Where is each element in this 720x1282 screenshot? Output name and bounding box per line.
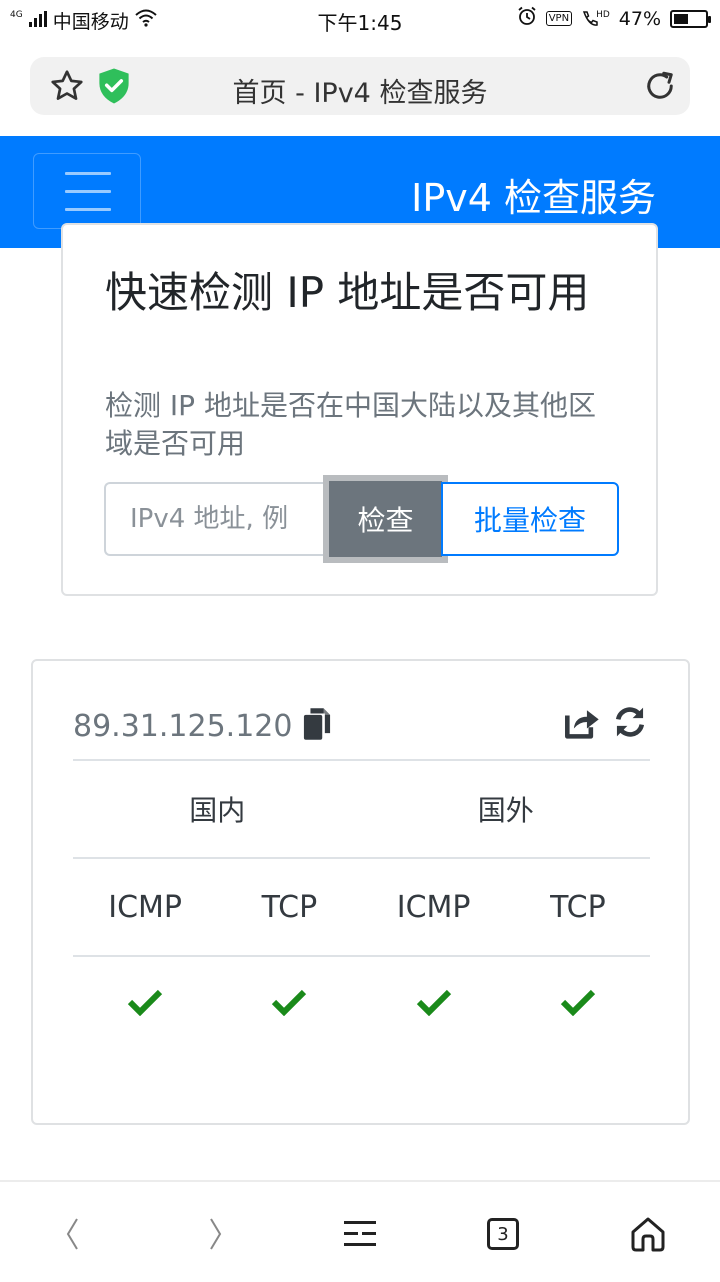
region-overseas: 国外 [477, 794, 534, 827]
protocol-label: ICMP [396, 889, 471, 925]
quick-check-card: 快速检测 IP 地址是否可用 检测 IP 地址是否在中国大陆以及其他区域是否可用… [61, 223, 658, 596]
chevron-right-icon [210, 1218, 222, 1250]
menu-button[interactable] [330, 1212, 390, 1256]
forward-button[interactable] [186, 1212, 246, 1256]
status-bar: 4G 中国移动 下午1:45 VPN HD 47% [0, 0, 720, 38]
hd-label: HD [596, 9, 610, 20]
hamburger-icon [65, 172, 111, 175]
protocol-header-row: ICMP TCP ICMP TCP [73, 859, 650, 955]
protocol-label: TCP [550, 889, 606, 925]
home-icon [631, 1217, 665, 1252]
status-row [73, 957, 650, 1047]
protocol-label: TCP [261, 889, 318, 925]
battery-level [674, 13, 688, 24]
site-brand[interactable]: IPv4 检查服务 [411, 167, 656, 222]
home-button[interactable] [618, 1212, 678, 1256]
tabs-button[interactable]: 3 [473, 1212, 533, 1256]
browser-bottom-bar: 3 [0, 1180, 720, 1282]
status-cell [362, 957, 506, 1047]
refresh-icon[interactable] [612, 705, 648, 743]
battery-icon [670, 9, 711, 28]
result-card: 89.31.125.120 国内 国外 ICMP TCP ICMP TCP [31, 659, 690, 1125]
batch-check-button[interactable]: 批量检查 [441, 482, 619, 556]
alarm-icon [517, 6, 537, 31]
check-button[interactable]: 检查 [323, 475, 448, 563]
region-domestic: 国内 [189, 794, 246, 827]
status-cell [506, 957, 650, 1047]
protocol-label: ICMP [108, 889, 183, 925]
menu-toggle-button[interactable] [33, 153, 141, 229]
vpn-badge: VPN [545, 11, 573, 26]
page-title[interactable]: 首页 - IPv4 检查服务 [30, 71, 690, 110]
tab-count: 3 [487, 1218, 519, 1250]
check-icon [128, 989, 163, 1016]
menu-icon [344, 1221, 376, 1246]
back-button[interactable] [42, 1212, 102, 1256]
check-icon [272, 989, 307, 1016]
ip-input[interactable] [104, 482, 326, 556]
card-subtitle: 检测 IP 地址是否在中国大陆以及其他区域是否可用 [105, 389, 596, 460]
check-icon [560, 989, 595, 1016]
chevron-left-icon [66, 1218, 78, 1250]
status-cell [217, 957, 361, 1047]
region-header-row: 国内 国外 [73, 761, 650, 857]
result-ip: 89.31.125.120 [73, 708, 293, 744]
status-cell [73, 957, 217, 1047]
reload-icon[interactable] [642, 68, 678, 108]
check-icon [416, 989, 451, 1016]
hd-call-icon: HD [581, 10, 610, 28]
battery-percent: 47% [618, 7, 661, 30]
card-title: 快速检测 IP 地址是否可用 [105, 268, 590, 317]
address-bar[interactable]: 首页 - IPv4 检查服务 [30, 57, 690, 115]
copy-icon[interactable] [302, 707, 332, 745]
ip-input-group: 检查 批量检查 [104, 475, 619, 563]
share-icon[interactable] [564, 705, 602, 743]
